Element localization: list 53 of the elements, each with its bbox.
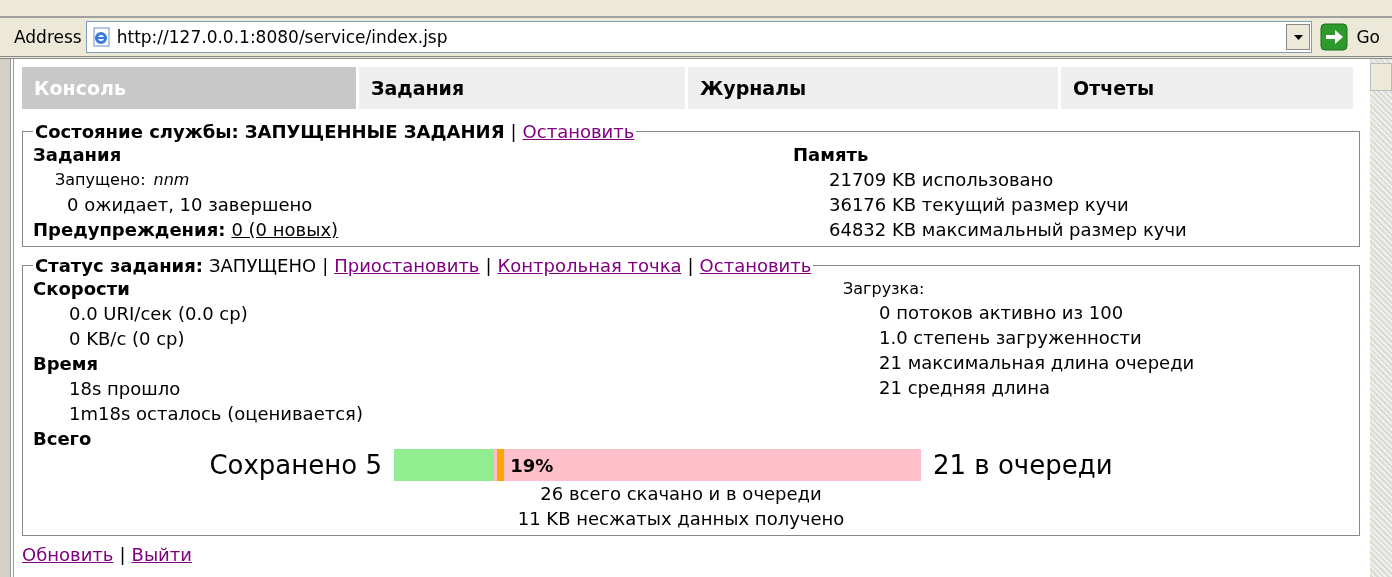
dropdown-button[interactable] bbox=[1286, 24, 1311, 50]
separator: | bbox=[485, 255, 492, 276]
action-link[interactable]: Остановить bbox=[699, 255, 812, 276]
progress-marker bbox=[497, 449, 505, 481]
action-link[interactable]: Приостановить bbox=[334, 255, 480, 276]
address-label: Address bbox=[14, 27, 82, 47]
load-line: 0 потоков активно из 100 bbox=[878, 301, 1125, 325]
page-icon bbox=[90, 27, 111, 47]
summary-line: 11 KB несжатых данных получено bbox=[516, 507, 846, 531]
load-line: 21 максимальная длина очереди bbox=[878, 351, 1196, 375]
stat-line: 18s прошло bbox=[68, 377, 182, 401]
alerts-link[interactable]: 0 (0 новых) bbox=[231, 219, 339, 240]
separator: | bbox=[119, 544, 126, 565]
launched-value: nnm bbox=[153, 170, 190, 189]
summary-line: 26 всего скачано и в очереди bbox=[539, 482, 823, 506]
memory-line: 36176 KB текущий размер кучи bbox=[828, 193, 1130, 217]
status-value: ЗАПУЩЕНО bbox=[209, 255, 317, 276]
progress-percent: 19% bbox=[510, 454, 554, 476]
status-value: ЗАПУЩЕННЫЕ ЗАДАНИЯ bbox=[244, 121, 505, 142]
status-label: Состояние службы: bbox=[35, 121, 239, 142]
section-heading: Задания bbox=[33, 143, 123, 167]
launched-label: Запущено: bbox=[55, 170, 146, 189]
alerts-label: Предупреждения: bbox=[33, 219, 226, 240]
nav-tab[interactable]: Журналы bbox=[688, 67, 1058, 109]
scrollbar[interactable] bbox=[1370, 59, 1392, 577]
load-heading: Загрузка: bbox=[843, 278, 926, 300]
footer-link[interactable]: Выйти bbox=[131, 544, 192, 565]
action-link[interactable]: Остановить bbox=[522, 121, 635, 142]
load-line: 21 средняя длина bbox=[878, 376, 1052, 400]
section-heading: Всего bbox=[33, 427, 93, 451]
job-counts: 0 ожидает, 10 завершено bbox=[66, 193, 314, 217]
memory-line: 64832 KB максимальный размер кучи bbox=[828, 218, 1188, 242]
memory-line: 21709 KB использовано bbox=[828, 168, 1055, 192]
address-field[interactable]: http://127.0.0.1:8080/service/index.jsp bbox=[85, 21, 1313, 53]
nav-tab[interactable]: Отчеты bbox=[1061, 67, 1353, 109]
separator: | bbox=[322, 255, 329, 276]
status-label: Статус задания: bbox=[35, 255, 203, 276]
separator: | bbox=[687, 255, 694, 276]
load-line: 1.0 степень загруженности bbox=[878, 326, 1143, 350]
stat-line: 0 KB/с (0 ср) bbox=[68, 327, 186, 351]
queued-count: 21 в очереди bbox=[933, 450, 1113, 480]
section-heading: Время bbox=[33, 352, 100, 376]
footer-link[interactable]: Обновить bbox=[22, 544, 114, 565]
section-heading: Скорости bbox=[33, 277, 131, 301]
stat-line: 0.0 URI/сек (0.0 ср) bbox=[68, 302, 249, 326]
separator: | bbox=[510, 121, 517, 142]
nav-tab[interactable]: Задания bbox=[359, 67, 685, 109]
go-button[interactable]: Go bbox=[1314, 23, 1388, 51]
stat-line: 1m18s осталось (оценивается) bbox=[68, 402, 364, 426]
action-link[interactable]: Контрольная точка bbox=[497, 255, 682, 276]
section-heading: Память bbox=[793, 143, 870, 167]
saved-count: Сохранено 5 bbox=[209, 450, 382, 480]
caret-icon bbox=[1293, 34, 1303, 40]
